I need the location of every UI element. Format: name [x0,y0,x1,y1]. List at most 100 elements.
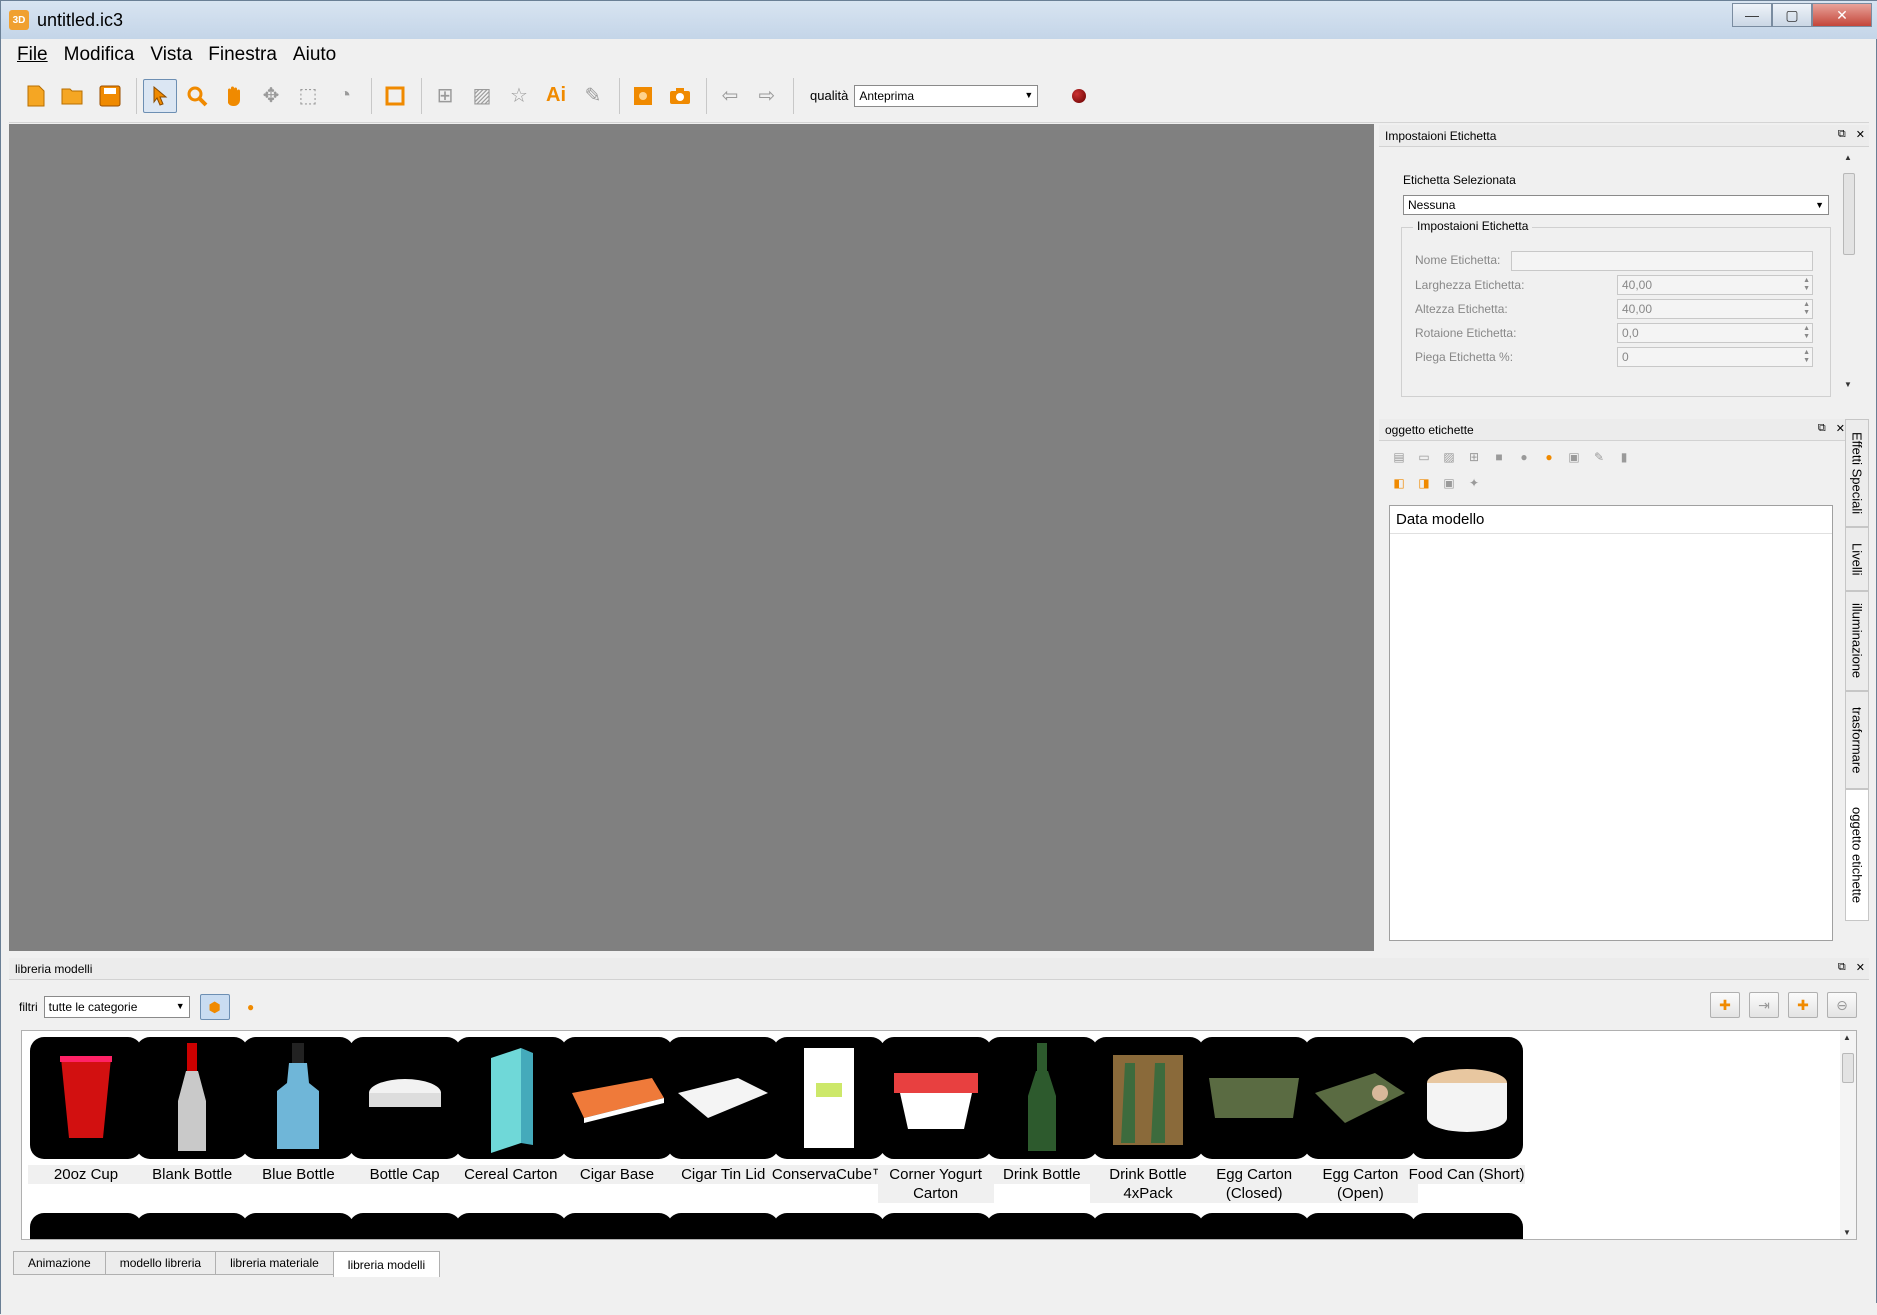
tab-trasformare[interactable]: trasformare [1845,691,1869,789]
sparkle-icon[interactable]: ✦ [1466,475,1482,491]
select-arrow-icon[interactable] [143,78,177,113]
tab-modello-libreria[interactable]: modello libreria [104,1251,217,1275]
new-file-icon[interactable] [19,79,53,113]
models-view-icon[interactable]: ⬢ [199,994,230,1020]
library-item-next-row[interactable] [1198,1213,1311,1239]
float-icon[interactable]: ⧉ [1838,128,1846,141]
scroll-down-icon[interactable]: ▼ [1844,380,1852,389]
add-image-icon[interactable]: ▨ [465,79,499,113]
library-item[interactable]: Drink Bottle 4xPack [1090,1035,1206,1215]
add-decal-icon[interactable]: ⊞ [1466,449,1482,465]
brush-icon[interactable]: ✎ [1591,449,1607,465]
star-icon[interactable]: ☆ [502,79,536,113]
scroll-up-icon[interactable]: ▲ [1843,1033,1851,1042]
library-item[interactable]: 20oz Cup [28,1035,144,1215]
library-item[interactable]: Blank Bottle [134,1035,251,1215]
color-sphere-icon[interactable]: ● [1541,449,1557,465]
library-item[interactable]: Cigar Base [559,1035,675,1215]
category-filter-select[interactable]: tutte le categorie ▼ [43,996,190,1018]
zoom-icon[interactable] [180,79,214,113]
materials-view-icon[interactable]: ● [236,994,266,1020]
float-icon[interactable]: ⧉ [1818,422,1826,435]
render-image-icon[interactable] [626,79,660,113]
import-model-icon[interactable]: ⇥ [1749,992,1779,1018]
label-name-input[interactable] [1511,251,1813,271]
menu-file[interactable]: File [9,44,56,66]
minimize-button[interactable]: — [1732,3,1772,27]
record-icon[interactable] [1072,88,1087,103]
label-fold-input[interactable]: 0 ▲ ▼ [1617,347,1813,367]
save-icon[interactable] [93,79,127,113]
library-item[interactable]: Corner Yogurt Carton [877,1035,994,1215]
model-data-tree[interactable]: Data modello [1389,505,1833,941]
pan-hand-icon[interactable] [217,79,251,113]
library-item-next-row[interactable] [561,1213,673,1239]
move-icon[interactable]: ✥ [254,79,288,113]
image-frame-icon[interactable]: ▣ [1441,475,1457,491]
spin-arrows-icon[interactable]: ▲ ▼ [1803,325,1810,341]
library-item[interactable]: Egg Carton (Open) [1302,1035,1419,1215]
spin-arrows-icon[interactable]: ▲ ▼ [1803,277,1810,293]
close-icon[interactable]: ✕ [1836,422,1845,435]
undo-icon[interactable]: ⇦ [713,79,747,113]
library-item-next-row[interactable] [985,1213,1098,1239]
scroll-down-icon[interactable]: ▼ [1843,1228,1851,1237]
library-item-next-row[interactable] [1410,1213,1523,1239]
add-category-icon[interactable]: ✚ [1788,992,1818,1018]
library-item[interactable]: Cigar Tin Lid [665,1035,782,1215]
sphere-icon[interactable]: ● [1516,449,1532,465]
scale-icon[interactable]: ⬚ [291,79,325,113]
film-icon[interactable]: ▣ [1566,449,1582,465]
layer-down-icon[interactable]: ◨ [1416,475,1432,491]
library-item[interactable]: Drink Bottle [983,1035,1100,1215]
tab-animazione[interactable]: Animazione [13,1251,106,1275]
close-window-button[interactable]: ✕ [1812,3,1872,27]
maximize-button[interactable]: ▢ [1772,3,1812,27]
tab-libreria-modelli[interactable]: libreria modelli [332,1251,441,1277]
library-item-next-row[interactable] [30,1213,142,1239]
layer-up-icon[interactable]: ◧ [1391,475,1407,491]
close-icon[interactable]: ✕ [1856,961,1865,974]
library-scrollbar[interactable]: ▲ ▼ [1840,1031,1856,1239]
library-item-next-row[interactable] [454,1213,567,1239]
close-icon[interactable]: ✕ [1856,128,1865,141]
illustrator-icon[interactable]: Ai [539,79,573,113]
rotate-icon[interactable]: ◔ [328,79,362,113]
tab-illuminazione[interactable]: illuminazione [1845,591,1869,691]
menu-vista[interactable]: Vista [142,44,200,66]
tab-livelli[interactable]: Livelli [1845,527,1869,591]
library-item[interactable]: Food Can (Short) [1408,1035,1525,1215]
quality-select[interactable]: Anteprima ▼ [854,84,1039,107]
scroll-up-icon[interactable]: ▲ [1844,153,1852,162]
add-image-label-icon[interactable]: ▨ [1441,449,1457,465]
add-model-icon[interactable]: ✚ [1710,992,1740,1018]
settings-scrollbar[interactable]: ▲ ▼ [1841,153,1857,389]
library-item[interactable]: Bottle Cap [346,1035,463,1215]
tab-effetti-speciali[interactable]: Effetti Speciali [1845,419,1869,527]
menu-modifica[interactable]: Modifica [56,44,143,66]
spin-arrows-icon[interactable]: ▲ ▼ [1803,349,1810,365]
library-item-next-row[interactable] [667,1213,780,1239]
library-item[interactable]: Egg Carton (Closed) [1196,1035,1313,1215]
library-item-next-row[interactable] [242,1213,355,1239]
delete-icon[interactable]: ▮ [1616,449,1632,465]
library-item-next-row[interactable] [136,1213,249,1239]
library-item[interactable]: Cereal Carton [452,1035,569,1215]
spin-arrows-icon[interactable]: ▲ ▼ [1803,301,1810,317]
library-item-next-row[interactable] [1304,1213,1417,1239]
add-text-label-icon[interactable]: ▤ [1391,449,1407,465]
menu-aiuto[interactable]: Aiuto [285,44,344,66]
camera-icon[interactable] [663,79,697,113]
float-icon[interactable]: ⧉ [1838,961,1846,974]
label-rotation-input[interactable]: 0,0 ▲ ▼ [1617,323,1813,343]
library-item-next-row[interactable] [773,1213,886,1239]
library-item[interactable]: ConservaCube™ [771,1035,888,1215]
label-height-input[interactable]: 40,00 ▲ ▼ [1617,299,1813,319]
menu-finestra[interactable]: Finestra [200,44,285,66]
open-folder-icon[interactable] [56,79,90,113]
3d-viewport[interactable] [9,124,1374,951]
fit-view-icon[interactable] [378,79,412,113]
library-item-next-row[interactable] [879,1213,992,1239]
paint-icon[interactable]: ✎ [576,79,610,113]
selected-label-select[interactable]: Nessuna ▼ [1403,195,1829,215]
